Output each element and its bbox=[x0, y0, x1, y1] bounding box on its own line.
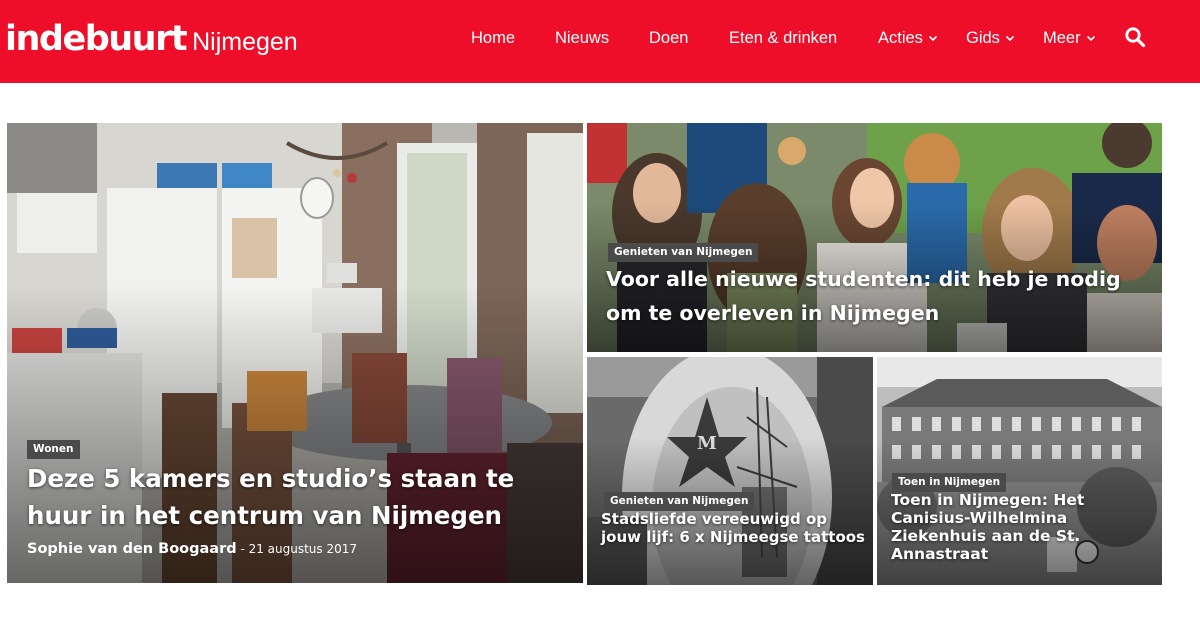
nav-label: Eten & drinken bbox=[729, 29, 838, 47]
nav-label: Doen bbox=[649, 29, 689, 47]
nav-label: Gids bbox=[966, 29, 1000, 47]
logo-wordmark: indebuurt bbox=[5, 19, 188, 59]
nav-home[interactable]: Home bbox=[471, 27, 515, 49]
nav-label: Acties bbox=[878, 29, 923, 47]
chevron-down-icon bbox=[928, 35, 938, 42]
chevron-down-icon bbox=[1086, 35, 1095, 42]
nav-label: Home bbox=[471, 29, 516, 47]
article-card-tattoo[interactable]: M Genieten van Nijmegen Stadsliefde vere… bbox=[587, 357, 873, 585]
nav-label: Meer bbox=[1043, 29, 1081, 47]
author-name[interactable]: Sophie van den Boogaard bbox=[27, 541, 237, 557]
nav-meer[interactable]: Meer bbox=[1043, 27, 1096, 49]
article-meta: Sophie van den Boogaard - 21 augustus 20… bbox=[27, 541, 357, 557]
article-title[interactable]: Toen in Nijmegen: Het Canisius-Wilhelmin… bbox=[891, 491, 1159, 563]
logo-city: Nijmegen bbox=[192, 28, 298, 56]
category-tag[interactable]: Wonen bbox=[27, 440, 80, 459]
publish-date: - 21 augustus 2017 bbox=[240, 542, 358, 556]
article-title[interactable]: Stadsliefde vereeuwigd op jouw lijf: 6 x… bbox=[601, 510, 869, 546]
article-title[interactable]: Deze 5 kamers en studio’s staan te huur … bbox=[27, 460, 572, 534]
featured-article-main[interactable]: Wonen Deze 5 kamers en studio’s staan te… bbox=[7, 123, 583, 583]
category-tag[interactable]: Genieten van Nijmegen bbox=[608, 243, 759, 262]
featured-article-top[interactable]: Genieten van Nijmegen Voor alle nieuwe s… bbox=[587, 123, 1162, 352]
category-tag[interactable]: Genieten van Nijmegen bbox=[604, 492, 755, 511]
category-tag[interactable]: Toen in Nijmegen bbox=[892, 473, 1007, 492]
image-overlay bbox=[587, 357, 873, 585]
chevron-down-icon bbox=[1005, 35, 1015, 42]
nav-acties[interactable]: Acties bbox=[878, 27, 938, 49]
nav-nieuws[interactable]: Nieuws bbox=[555, 27, 609, 49]
article-title[interactable]: Voor alle nieuwe studenten: dit heb je n… bbox=[606, 262, 1151, 330]
site-logo[interactable]: indebuurt Nijmegen bbox=[5, 17, 298, 61]
nav-label: Nieuws bbox=[555, 29, 610, 47]
article-card-hospital[interactable]: Toen in Nijmegen Toen in Nijmegen: Het C… bbox=[877, 357, 1162, 585]
nav-eten-drinken[interactable]: Eten & drinken bbox=[729, 27, 837, 49]
nav-doen[interactable]: Doen bbox=[649, 27, 688, 49]
nav-gids[interactable]: Gids bbox=[966, 27, 1015, 49]
site-header: indebuurt Nijmegen Home Nieuws Doen Eten… bbox=[0, 0, 1200, 83]
search-icon[interactable] bbox=[1124, 26, 1146, 48]
